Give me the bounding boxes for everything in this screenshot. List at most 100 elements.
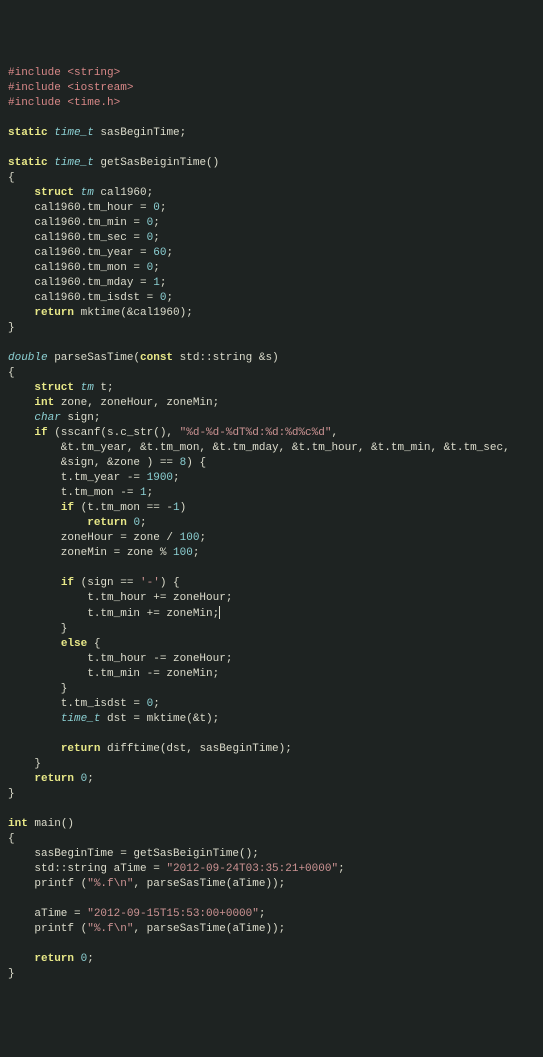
code-token: "2012-09-24T03:35:21+0000" bbox=[166, 863, 338, 875]
code-token bbox=[8, 773, 34, 785]
code-token: ; bbox=[87, 953, 94, 965]
code-token: else bbox=[61, 638, 87, 650]
code-line: { bbox=[8, 171, 535, 186]
code-token: ; bbox=[166, 292, 173, 304]
code-line: struct tm cal1960; bbox=[8, 186, 535, 201]
code-token: sign; bbox=[61, 412, 101, 424]
code-token: if bbox=[61, 577, 74, 589]
code-token: <iostream> bbox=[67, 82, 133, 94]
code-line: cal1960.tm_mon = 0; bbox=[8, 261, 535, 276]
code-line: double parseSasTime(const std::string &s… bbox=[8, 351, 535, 366]
code-line: t.tm_mon -= 1; bbox=[8, 486, 535, 501]
code-token: #include bbox=[8, 67, 61, 79]
code-token: t; bbox=[94, 382, 114, 394]
code-token: cal1960; bbox=[94, 187, 153, 199]
code-token: <string> bbox=[67, 67, 120, 79]
code-token: t.tm_min -= zoneMin; bbox=[8, 668, 219, 680]
code-line bbox=[8, 561, 535, 576]
code-token: "%d-%d-%dT%d:%d:%d%c%d" bbox=[180, 427, 332, 439]
code-line: return 0; bbox=[8, 952, 535, 967]
code-line: { bbox=[8, 832, 535, 847]
code-token bbox=[74, 953, 81, 965]
code-token: 1 bbox=[153, 277, 160, 289]
code-line bbox=[8, 937, 535, 952]
code-token: } bbox=[8, 788, 15, 800]
code-token: 1 bbox=[140, 487, 147, 499]
code-token bbox=[8, 713, 61, 725]
code-token: return bbox=[87, 517, 127, 529]
code-token: { bbox=[87, 638, 100, 650]
code-token: ; bbox=[160, 202, 167, 214]
code-token: sasBeginTime; bbox=[94, 127, 186, 139]
code-token bbox=[8, 412, 34, 424]
code-token bbox=[74, 773, 81, 785]
code-line: char sign; bbox=[8, 411, 535, 426]
code-line: t.tm_hour -= zoneHour; bbox=[8, 652, 535, 667]
code-token: parseSasTime( bbox=[48, 352, 140, 364]
code-token: return bbox=[61, 743, 101, 755]
code-token: } bbox=[8, 623, 67, 635]
code-line: &t.tm_year, &t.tm_mon, &t.tm_mday, &t.tm… bbox=[8, 441, 535, 456]
code-line: #include <time.h> bbox=[8, 96, 535, 111]
code-token: , bbox=[331, 427, 338, 439]
code-token: ; bbox=[153, 217, 160, 229]
code-token: ; bbox=[173, 472, 180, 484]
code-token: ) { bbox=[160, 577, 180, 589]
code-token: , parseSasTime(aTime)); bbox=[133, 923, 285, 935]
code-token: "%.f\n" bbox=[87, 878, 133, 890]
code-token: 0 bbox=[153, 202, 160, 214]
code-token: struct bbox=[34, 187, 74, 199]
code-line: zoneHour = zone / 100; bbox=[8, 531, 535, 546]
code-token: t.tm_isdst = bbox=[8, 698, 147, 710]
code-line: } bbox=[8, 622, 535, 637]
code-line: static time_t getSasBeiginTime() bbox=[8, 156, 535, 171]
code-token bbox=[8, 953, 34, 965]
code-line: cal1960.tm_sec = 0; bbox=[8, 231, 535, 246]
code-line: cal1960.tm_mday = 1; bbox=[8, 276, 535, 291]
code-token: tm bbox=[81, 382, 94, 394]
code-token: printf ( bbox=[8, 878, 87, 890]
code-token: cal1960.tm_hour = bbox=[8, 202, 153, 214]
code-token: "2012-09-15T15:53:00+0000" bbox=[87, 908, 259, 920]
code-token: } bbox=[8, 683, 67, 695]
code-token: 100 bbox=[173, 547, 193, 559]
code-line: } bbox=[8, 967, 535, 982]
code-token: ; bbox=[153, 262, 160, 274]
code-token: return bbox=[34, 953, 74, 965]
code-token: ; bbox=[140, 517, 147, 529]
code-line: t.tm_year -= 1900; bbox=[8, 471, 535, 486]
code-line: cal1960.tm_year = 60; bbox=[8, 246, 535, 261]
code-line: time_t dst = mktime(&t); bbox=[8, 712, 535, 727]
code-token: std::string aTime = bbox=[8, 863, 166, 875]
code-line: { bbox=[8, 366, 535, 381]
code-line: } bbox=[8, 321, 535, 336]
code-token: int bbox=[8, 818, 28, 830]
code-token: char bbox=[34, 412, 60, 424]
code-line: #include <iostream> bbox=[8, 81, 535, 96]
code-token: main() bbox=[28, 818, 74, 830]
code-token: if bbox=[34, 427, 47, 439]
code-token: ; bbox=[153, 698, 160, 710]
code-token: double bbox=[8, 352, 48, 364]
code-token: cal1960.tm_mon = bbox=[8, 262, 147, 274]
code-token: cal1960.tm_sec = bbox=[8, 232, 147, 244]
code-token: { bbox=[8, 172, 15, 184]
code-token: &sign, &zone ) == bbox=[8, 457, 180, 469]
code-token: 1 bbox=[173, 502, 180, 514]
code-line: #include <string> bbox=[8, 66, 535, 81]
code-token: cal1960.tm_mday = bbox=[8, 277, 153, 289]
code-token: cal1960.tm_year = bbox=[8, 247, 153, 259]
code-editor[interactable]: #include <string>#include <iostream>#inc… bbox=[8, 66, 535, 982]
code-line: sasBeginTime = getSasBeiginTime(); bbox=[8, 847, 535, 862]
code-token bbox=[8, 502, 61, 514]
code-token: dst = mktime(&t); bbox=[100, 713, 219, 725]
code-token bbox=[74, 382, 81, 394]
code-line: &sign, &zone ) == 8) { bbox=[8, 456, 535, 471]
code-line bbox=[8, 727, 535, 742]
code-token: ; bbox=[193, 547, 200, 559]
code-token: } bbox=[8, 758, 41, 770]
code-token: ; bbox=[160, 277, 167, 289]
code-token bbox=[8, 743, 61, 755]
code-token bbox=[8, 638, 61, 650]
code-line: aTime = "2012-09-15T15:53:00+0000"; bbox=[8, 907, 535, 922]
